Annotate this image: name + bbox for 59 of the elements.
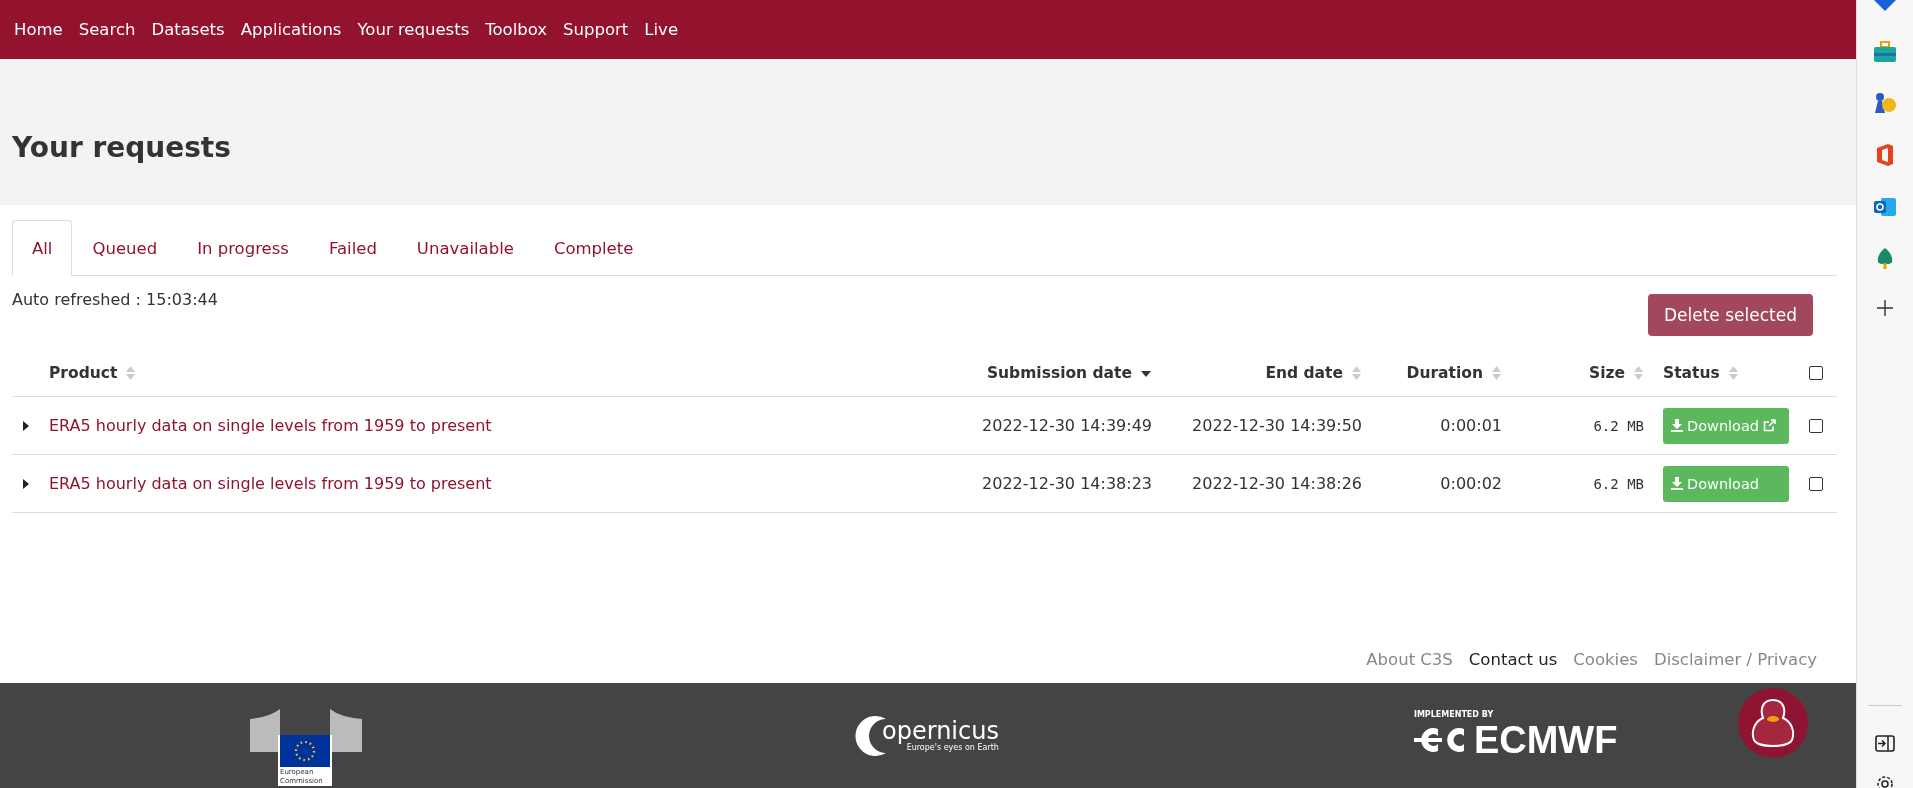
table-cell: 6.2 MB (1593, 475, 1644, 492)
expand-caret-icon[interactable] (22, 478, 30, 489)
office-icon[interactable] (1875, 143, 1895, 167)
footer-link[interactable]: Contact us (1468, 650, 1558, 669)
footer-link[interactable]: Cookies (1573, 650, 1638, 669)
expand-caret-icon[interactable] (22, 420, 30, 431)
mail-icon[interactable] (1873, 196, 1897, 218)
logo-caption: IMPLEMENTED BY (1413, 709, 1495, 719)
select-all-checkbox[interactable] (1809, 366, 1823, 380)
copernicus-logo[interactable]: opernicus Europe's eyes on Earth (850, 712, 999, 759)
nav-link[interactable]: Your requests (357, 20, 470, 39)
game-piece-icon[interactable] (1873, 92, 1897, 114)
page-title: Your requests (12, 130, 231, 164)
table-cell: 6.2 MB (1593, 417, 1644, 434)
product-link[interactable]: ERA5 hourly data on single levels from 1959 to present (49, 474, 492, 493)
column-header[interactable]: Duration (1406, 364, 1483, 382)
nav-link[interactable]: Support (563, 20, 629, 39)
table-cell: 0:00:01 (1440, 416, 1502, 435)
footer-link[interactable]: About C3S (1366, 650, 1453, 669)
table-cell: 2022-12-30 14:38:23 (982, 474, 1152, 493)
column-header[interactable]: Submission date (986, 364, 1132, 382)
download-icon (1671, 477, 1683, 490)
table-cell: 2022-12-30 14:39:50 (1192, 416, 1362, 435)
column-header[interactable]: End date (1265, 364, 1343, 382)
nav-link[interactable]: Live (644, 20, 679, 39)
tab[interactable]: In progress (177, 220, 309, 276)
settings-icon[interactable] (1875, 774, 1895, 788)
ecmwf-logo[interactable]: IMPLEMENTED BY ECMWF (1413, 709, 1618, 762)
nav-link[interactable]: Applications (240, 20, 342, 39)
footer-link[interactable]: Disclaimer / Privacy (1653, 650, 1817, 669)
tab[interactable]: Failed (308, 220, 397, 276)
column-header[interactable]: Size (1589, 364, 1625, 382)
nav-link[interactable]: Search (78, 20, 136, 39)
column-header[interactable]: Status (1663, 364, 1720, 382)
table-cell: 2022-12-30 14:38:26 (1192, 474, 1362, 493)
delete-selected-button[interactable]: Delete selected (1647, 294, 1813, 336)
tab[interactable]: Unavailable (396, 220, 534, 276)
tab[interactable]: All (12, 220, 73, 276)
logo-tagline: Europe's eyes on Earth (906, 743, 999, 752)
download-icon (1671, 419, 1683, 432)
toolbox-icon[interactable] (1873, 41, 1897, 63)
panel-toggle-icon[interactable] (1875, 735, 1895, 752)
tab[interactable]: Complete (533, 220, 654, 276)
nav-link[interactable]: Toolbox (485, 20, 548, 39)
logo-text: opernicus (882, 719, 999, 743)
row-checkbox[interactable] (1809, 476, 1823, 491)
nav-link[interactable]: Home (14, 20, 63, 39)
add-icon[interactable] (1877, 300, 1893, 316)
tree-icon[interactable] (1875, 247, 1895, 271)
external-link-icon (1763, 419, 1777, 432)
product-link[interactable]: ERA5 hourly data on single levels from 1959 to present (49, 416, 492, 435)
column-header[interactable]: Product (49, 364, 118, 382)
table-cell: 2022-12-30 14:39:49 (982, 416, 1152, 435)
tab[interactable]: Queued (72, 220, 178, 276)
nav-link[interactable]: Datasets (151, 20, 225, 39)
row-checkbox[interactable] (1809, 418, 1823, 433)
table-cell: 0:00:02 (1440, 474, 1502, 493)
logo-text: ECMWF (1473, 718, 1618, 762)
auto-refreshed-text: Auto refreshed : 15:03:44 (12, 290, 218, 309)
